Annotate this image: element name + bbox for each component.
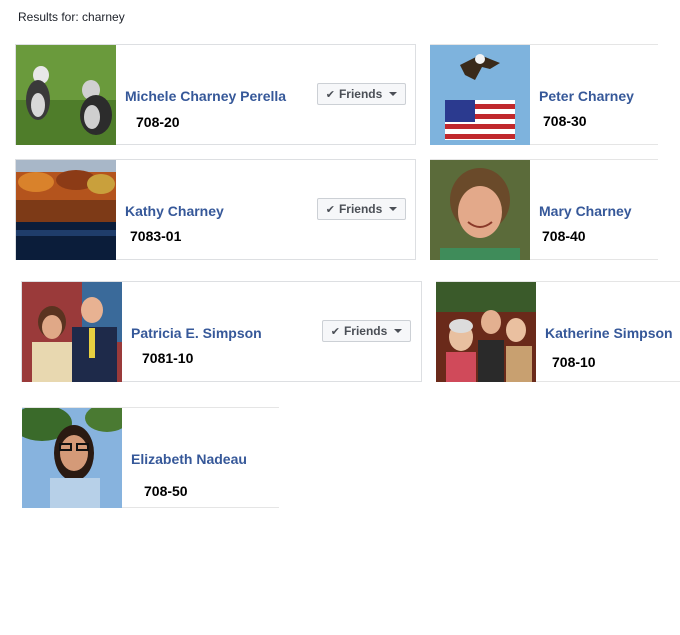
results-header: Results for: charney [18, 10, 125, 24]
result-code: 7081-10 [142, 350, 194, 366]
result-card: Katherine Simpson 708-10 [436, 281, 680, 382]
result-name-link[interactable]: Peter Charney [539, 88, 634, 104]
profile-photo[interactable] [22, 282, 122, 382]
friends-button[interactable]: ✔ Friends [317, 83, 406, 105]
check-icon: ✔ [325, 203, 335, 216]
result-name-link[interactable]: Katherine Simpson [545, 325, 673, 341]
profile-photo[interactable] [16, 45, 116, 145]
friends-button[interactable]: ✔ Friends [322, 320, 411, 342]
result-card: Elizabeth Nadeau 708-50 [22, 407, 279, 508]
result-code: 708-10 [552, 354, 596, 370]
result-name-link[interactable]: Elizabeth Nadeau [131, 451, 247, 467]
result-name-link[interactable]: Patricia E. Simpson [131, 325, 262, 341]
result-code: 708-30 [543, 113, 587, 129]
friends-button-label: Friends [343, 324, 388, 338]
profile-photo[interactable] [436, 282, 536, 382]
profile-photo[interactable] [16, 160, 116, 260]
result-name-link[interactable]: Michele Charney Perella [125, 88, 286, 104]
profile-photo[interactable] [430, 45, 530, 145]
caret-down-icon [389, 92, 398, 96]
result-name-link[interactable]: Mary Charney [539, 203, 632, 219]
friends-button-label: Friends [338, 87, 383, 101]
result-card: Peter Charney 708-30 [430, 44, 658, 145]
result-code: 708-40 [542, 228, 586, 244]
result-code: 708-20 [136, 114, 180, 130]
result-card: Patricia E. Simpson 7081-10 ✔ Friends [21, 281, 422, 382]
check-icon: ✔ [325, 88, 335, 101]
profile-photo[interactable] [430, 160, 530, 260]
friends-button-label: Friends [338, 202, 383, 216]
caret-down-icon [389, 207, 398, 211]
result-code: 7083-01 [130, 228, 182, 244]
result-card: Michele Charney Perella 708-20 ✔ Friends [15, 44, 416, 145]
check-icon: ✔ [330, 325, 340, 338]
result-card: Kathy Charney 7083-01 ✔ Friends [15, 159, 416, 260]
caret-down-icon [394, 329, 403, 333]
friends-button[interactable]: ✔ Friends [317, 198, 406, 220]
profile-photo[interactable] [22, 408, 122, 508]
result-card: Mary Charney 708-40 [430, 159, 658, 260]
result-code: 708-50 [144, 483, 188, 499]
result-name-link[interactable]: Kathy Charney [125, 203, 224, 219]
